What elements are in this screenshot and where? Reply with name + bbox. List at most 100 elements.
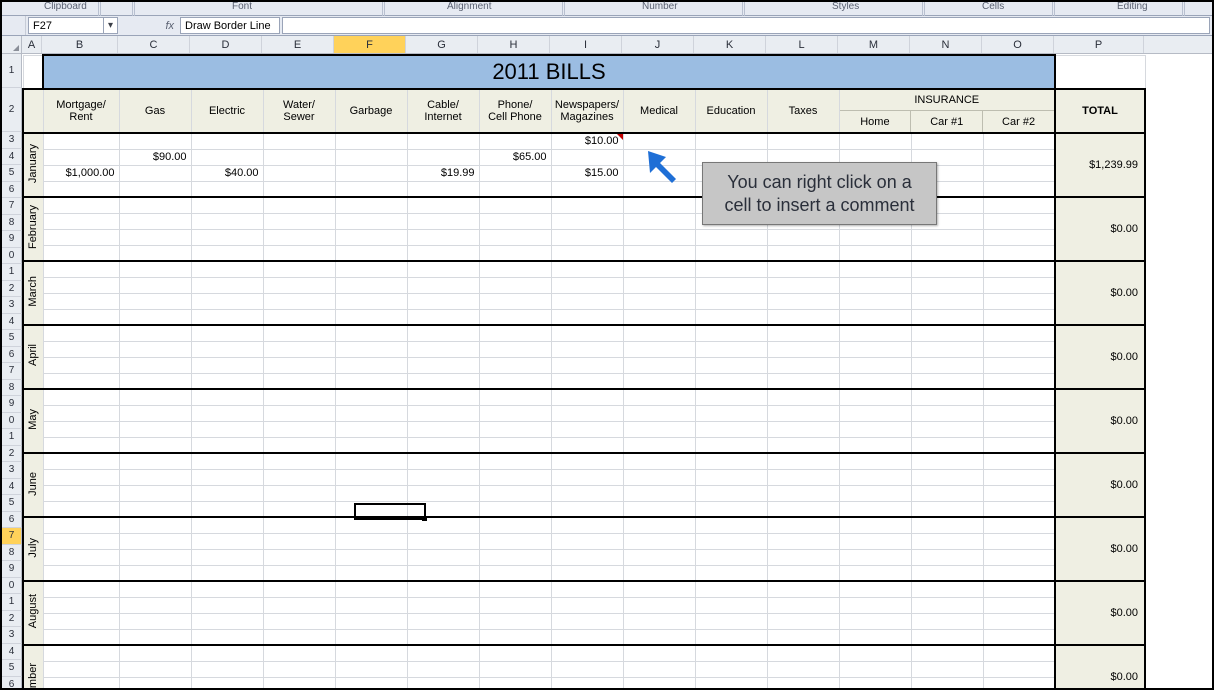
cell[interactable] — [767, 677, 839, 688]
cell[interactable] — [839, 389, 911, 405]
cell[interactable] — [191, 629, 263, 645]
cell[interactable] — [263, 261, 335, 277]
cell[interactable] — [191, 357, 263, 373]
cell[interactable] — [479, 325, 551, 341]
row-header[interactable]: 2 — [2, 446, 22, 463]
cell[interactable] — [983, 501, 1055, 517]
cell[interactable] — [983, 469, 1055, 485]
cell[interactable] — [335, 277, 407, 293]
cell[interactable] — [695, 341, 767, 357]
cell[interactable] — [983, 277, 1055, 293]
cell[interactable] — [479, 453, 551, 469]
cell[interactable] — [335, 293, 407, 309]
cell[interactable] — [623, 501, 695, 517]
cell[interactable] — [191, 405, 263, 421]
cell[interactable] — [407, 629, 479, 645]
cell[interactable] — [911, 325, 983, 341]
row-header[interactable]: 6 — [2, 512, 22, 529]
cell[interactable] — [43, 421, 119, 437]
cell[interactable] — [479, 469, 551, 485]
cell[interactable] — [551, 149, 623, 165]
cell[interactable] — [43, 501, 119, 517]
cell[interactable] — [551, 229, 623, 245]
cell[interactable] — [479, 629, 551, 645]
cell[interactable] — [263, 309, 335, 325]
cell[interactable] — [479, 261, 551, 277]
cell[interactable] — [43, 533, 119, 549]
cell[interactable] — [623, 197, 695, 213]
cell[interactable] — [623, 581, 695, 597]
cell[interactable] — [119, 565, 191, 581]
cell[interactable] — [767, 357, 839, 373]
cell[interactable] — [479, 357, 551, 373]
cell[interactable] — [407, 565, 479, 581]
cell[interactable] — [623, 613, 695, 629]
cell[interactable] — [119, 373, 191, 389]
cell[interactable] — [479, 533, 551, 549]
cell[interactable] — [911, 661, 983, 677]
cell[interactable] — [767, 485, 839, 501]
cell[interactable] — [983, 181, 1055, 197]
cell[interactable] — [263, 661, 335, 677]
cell[interactable] — [191, 565, 263, 581]
cell[interactable] — [695, 453, 767, 469]
cell[interactable] — [911, 261, 983, 277]
cell[interactable] — [551, 517, 623, 533]
cell[interactable] — [623, 453, 695, 469]
cell[interactable] — [119, 533, 191, 549]
cell[interactable] — [551, 469, 623, 485]
cell[interactable] — [623, 293, 695, 309]
cell[interactable] — [479, 661, 551, 677]
cell[interactable] — [335, 229, 407, 245]
cell[interactable] — [623, 485, 695, 501]
cell[interactable] — [407, 437, 479, 453]
cell[interactable] — [191, 133, 263, 149]
cell[interactable] — [623, 629, 695, 645]
cell[interactable] — [479, 229, 551, 245]
row-header[interactable]: 6 — [2, 347, 22, 364]
cell[interactable] — [43, 437, 119, 453]
cell[interactable] — [767, 245, 839, 261]
cell[interactable] — [911, 341, 983, 357]
cell[interactable] — [407, 485, 479, 501]
cell[interactable] — [695, 357, 767, 373]
cell[interactable] — [983, 373, 1055, 389]
row-header[interactable]: 4 — [2, 314, 22, 331]
cell[interactable] — [191, 261, 263, 277]
cell[interactable] — [839, 581, 911, 597]
cell[interactable] — [335, 613, 407, 629]
col-header-K[interactable]: K — [694, 36, 766, 53]
cell[interactable] — [623, 341, 695, 357]
cell[interactable] — [767, 645, 839, 661]
cell[interactable] — [839, 405, 911, 421]
cell[interactable] — [407, 277, 479, 293]
cell[interactable] — [551, 325, 623, 341]
cell[interactable] — [263, 533, 335, 549]
cell[interactable] — [623, 597, 695, 613]
cell[interactable] — [551, 549, 623, 565]
cell[interactable] — [407, 533, 479, 549]
cell[interactable] — [407, 133, 479, 149]
cell[interactable] — [119, 341, 191, 357]
cell[interactable] — [263, 629, 335, 645]
cell[interactable] — [983, 325, 1055, 341]
cell[interactable] — [335, 325, 407, 341]
cell[interactable] — [839, 293, 911, 309]
cell[interactable] — [623, 405, 695, 421]
cell[interactable] — [263, 517, 335, 533]
cell[interactable] — [479, 293, 551, 309]
row-header[interactable]: 1 — [2, 264, 22, 281]
cell[interactable] — [695, 421, 767, 437]
cell[interactable] — [767, 629, 839, 645]
cell[interactable] — [263, 645, 335, 661]
cell[interactable] — [43, 565, 119, 581]
cell[interactable] — [623, 645, 695, 661]
cell[interactable] — [479, 405, 551, 421]
cell[interactable] — [335, 661, 407, 677]
cell[interactable] — [839, 309, 911, 325]
cell[interactable] — [839, 501, 911, 517]
cell[interactable] — [335, 213, 407, 229]
cell[interactable] — [551, 277, 623, 293]
cell[interactable] — [695, 581, 767, 597]
cell[interactable] — [767, 309, 839, 325]
